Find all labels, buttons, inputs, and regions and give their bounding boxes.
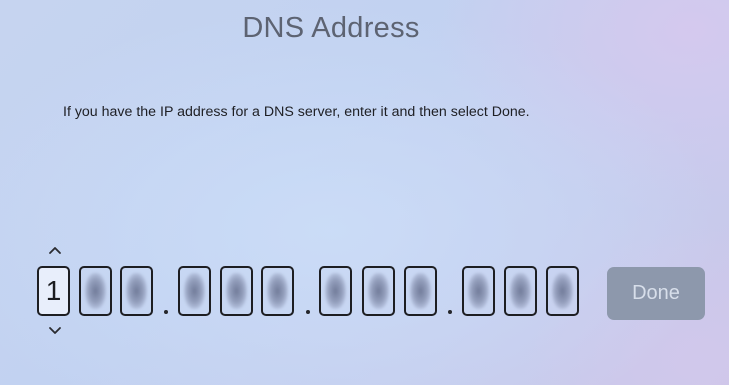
page-title: DNS Address <box>242 12 420 44</box>
redacted-digit <box>184 273 205 309</box>
redacted-digit <box>85 273 106 309</box>
done-button[interactable]: Done <box>607 267 705 320</box>
redacted-digit <box>552 273 573 309</box>
ip-digit-field[interactable] <box>404 266 437 316</box>
chevron-down-icon[interactable] <box>47 324 63 338</box>
ip-digit-field[interactable] <box>220 266 253 316</box>
octet-separator <box>306 310 310 314</box>
instructions-text: If you have the IP address for a DNS ser… <box>63 104 530 120</box>
chevron-up-icon[interactable] <box>47 243 63 257</box>
redacted-digit <box>126 273 147 309</box>
ip-digit-field-active[interactable]: 1 <box>37 266 70 316</box>
octet-separator <box>164 310 168 314</box>
octet-separator <box>448 310 452 314</box>
ip-digit-field[interactable] <box>546 266 579 316</box>
ip-digit-field[interactable] <box>319 266 352 316</box>
redacted-digit <box>267 273 288 309</box>
redacted-digit <box>468 273 489 309</box>
ip-digit-field[interactable] <box>79 266 112 316</box>
redacted-digit <box>410 273 431 309</box>
ip-digit-field[interactable] <box>261 266 294 316</box>
ip-digit-field[interactable] <box>120 266 153 316</box>
ip-digit-field[interactable] <box>178 266 211 316</box>
redacted-digit <box>325 273 346 309</box>
ip-digit-field[interactable] <box>362 266 395 316</box>
ip-digit-field[interactable] <box>462 266 495 316</box>
redacted-digit <box>510 273 531 309</box>
ip-digit-field[interactable] <box>504 266 537 316</box>
redacted-digit <box>368 273 389 309</box>
redacted-digit <box>226 273 247 309</box>
